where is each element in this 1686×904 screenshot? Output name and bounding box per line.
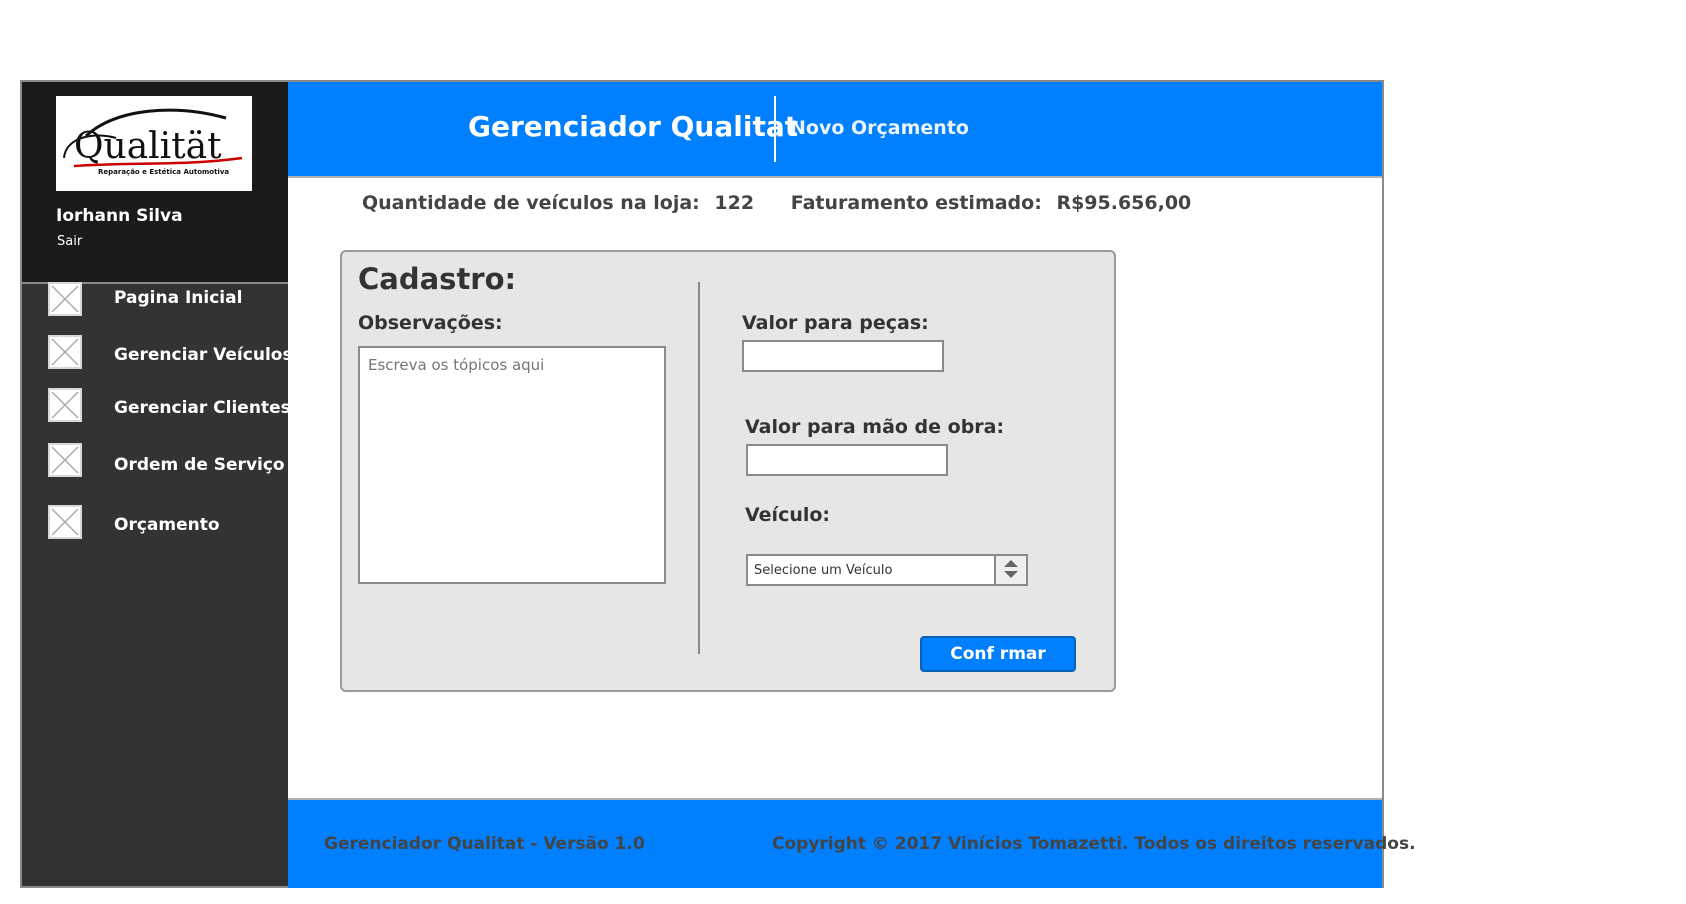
sidebar-item-ordem-de-servico[interactable]: Ordem de Serviço bbox=[22, 439, 288, 483]
sidebar-item-label: Pagina Inicial bbox=[114, 288, 243, 308]
sidebar-item-label: Ordem de Serviço bbox=[114, 455, 285, 475]
card-title: Cadastro: bbox=[358, 262, 517, 296]
app-title: Gerenciador Qualitat bbox=[468, 110, 799, 143]
qualitat-logo-graphic: Qualität Reparação e Estética Automotiva bbox=[63, 108, 243, 176]
app-footer: Gerenciador Qualitat - Versão 1.0 Copyri… bbox=[288, 798, 1416, 888]
page-subtitle: Novo Orçamento bbox=[790, 117, 969, 139]
parts-value-label: Valor para peças: bbox=[742, 312, 929, 334]
qualitat-logo: Qualität Reparação e Estética Automotiva bbox=[56, 96, 252, 191]
notes-label: Observações: bbox=[358, 312, 503, 334]
footer-copyright: Copyright © 2017 Vinícios Tomazetti. Tod… bbox=[772, 834, 1416, 854]
image-placeholder-icon bbox=[48, 505, 82, 539]
revenue-label: Faturamento estimado: bbox=[790, 192, 1042, 214]
sidebar-item-label: Gerenciar Clientes bbox=[114, 398, 291, 418]
sidebar-profile-panel: Qualität Reparação e Estética Automotiva… bbox=[22, 82, 288, 284]
sidebar-item-orcamento[interactable]: Orçamento bbox=[22, 501, 288, 545]
sidebar: Qualität Reparação e Estética Automotiva… bbox=[22, 82, 293, 886]
select-stepper-icon[interactable] bbox=[994, 556, 1026, 584]
image-placeholder-icon bbox=[48, 443, 82, 477]
vehicles-count-label: Quantidade de veículos na loja: bbox=[362, 192, 700, 214]
svg-text:Reparação e Estética Automotiv: Reparação e Estética Automotiva bbox=[98, 168, 229, 176]
app-window: Qualität Reparação e Estética Automotiva… bbox=[20, 80, 1416, 888]
sidebar-item-label: Gerenciar Veículos bbox=[114, 345, 293, 365]
vehicle-select[interactable]: Selecione um Veículo bbox=[746, 554, 1028, 586]
labor-value-input[interactable] bbox=[746, 444, 948, 476]
cadastro-card: Cadastro: Observações: Valor para peças:… bbox=[340, 250, 1116, 692]
footer-version: Gerenciador Qualitat - Versão 1.0 bbox=[324, 834, 645, 854]
image-placeholder-icon bbox=[48, 282, 82, 316]
sidebar-item-gerenciar-veiculos[interactable]: Gerenciar Veículos bbox=[22, 331, 293, 375]
stats-bar: Quantidade de veículos na loja: 122 Fatu… bbox=[362, 192, 1199, 214]
logout-link[interactable]: Sair bbox=[57, 234, 82, 249]
vehicles-count-value: 122 bbox=[714, 192, 755, 214]
image-placeholder-icon bbox=[48, 335, 82, 369]
sidebar-item-gerenciar-clientes[interactable]: Gerenciar Clientes bbox=[22, 384, 291, 428]
app-header: Gerenciador Qualitat Novo Orçamento bbox=[288, 82, 1382, 178]
user-name: Iorhann Silva bbox=[56, 206, 183, 226]
sidebar-item-pagina-inicial[interactable]: Pagina Inicial bbox=[22, 278, 288, 322]
header-divider bbox=[774, 96, 776, 162]
vehicle-label: Veículo: bbox=[745, 504, 831, 526]
vehicle-select-value: Selecione um Veículo bbox=[754, 563, 893, 578]
notes-textarea[interactable] bbox=[358, 346, 666, 584]
labor-value-label: Valor para mão de obra: bbox=[745, 416, 1005, 438]
revenue-value: R$95.656,00 bbox=[1056, 192, 1192, 214]
form-divider bbox=[698, 282, 700, 654]
parts-value-input[interactable] bbox=[742, 340, 944, 372]
image-placeholder-icon bbox=[48, 388, 82, 422]
confirm-button[interactable]: Conf rmar bbox=[920, 636, 1076, 672]
sidebar-item-label: Orçamento bbox=[114, 515, 220, 535]
